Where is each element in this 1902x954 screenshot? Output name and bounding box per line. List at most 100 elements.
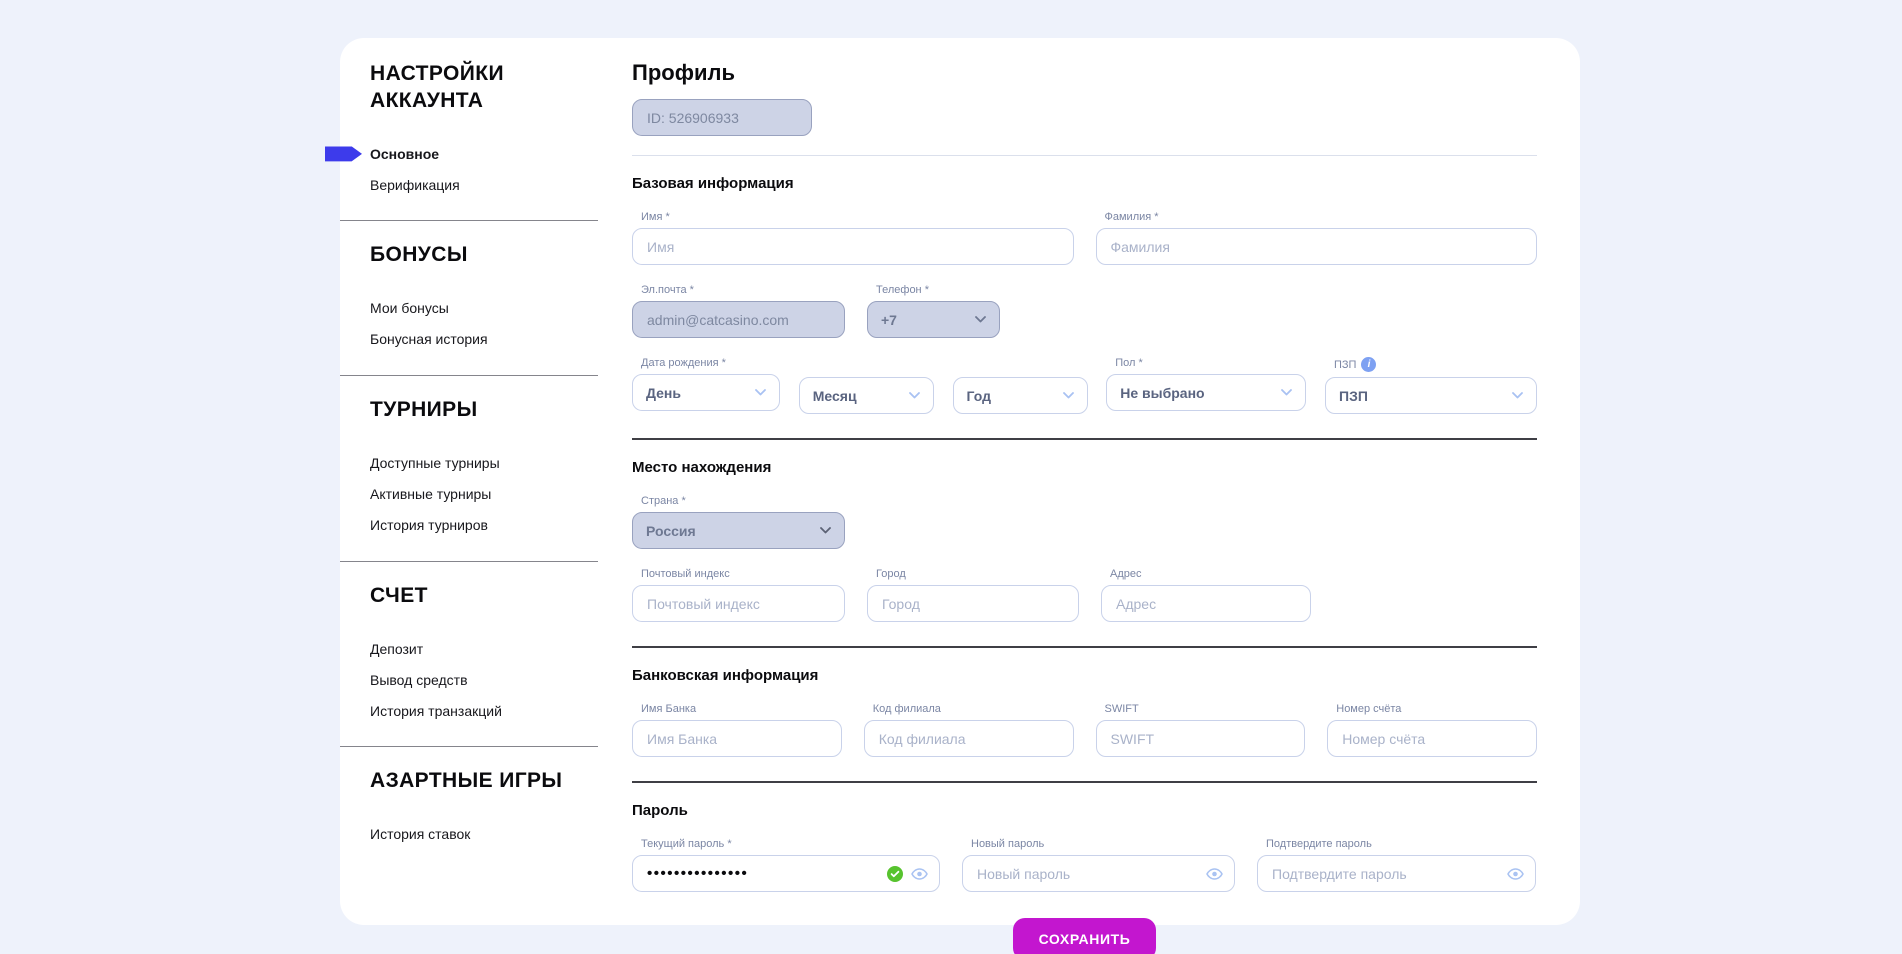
postal-group: Почтовый индекс	[632, 568, 845, 622]
dob-year-select[interactable]: Год	[953, 377, 1088, 414]
email-group: Эл.почта *	[632, 284, 845, 338]
dob-month-select[interactable]: Месяц	[799, 377, 934, 414]
sidebar-item-bonus-history[interactable]: Бонусная история	[370, 324, 598, 355]
sidebar-section-gambling: АЗАРТНЫЕ ИГРЫ История ставок	[340, 768, 598, 870]
sidebar-item-label: Активные турниры	[370, 486, 491, 502]
sidebar-section-tournaments: ТУРНИРЫ Доступные турниры Активные турни…	[340, 397, 598, 562]
info-icon[interactable]: i	[1361, 357, 1376, 372]
gender-group: Пол * Не выбрано	[1106, 357, 1306, 414]
sidebar-item-active-tournaments[interactable]: Активные турниры	[370, 479, 598, 510]
swift-label: SWIFT	[1105, 703, 1306, 715]
sidebar-item-label: Основное	[370, 146, 439, 162]
current-password-group: Текущий пароль *	[632, 838, 940, 892]
chevron-down-icon	[975, 316, 986, 323]
page-title: Профиль	[632, 60, 1537, 86]
divider	[632, 438, 1537, 440]
branch-code-field[interactable]	[864, 720, 1074, 757]
bank-name-field[interactable]	[632, 720, 842, 757]
sidebar-item-withdrawal[interactable]: Вывод средств	[370, 664, 598, 695]
swift-field[interactable]	[1096, 720, 1306, 757]
section-heading-bank: Банковская информация	[632, 667, 1537, 684]
sidebar-item-tournament-history[interactable]: История турниров	[370, 510, 598, 541]
section-heading-password: Пароль	[632, 802, 1537, 819]
eye-icon[interactable]	[911, 868, 928, 880]
account-number-field[interactable]	[1327, 720, 1537, 757]
select-value: Россия	[646, 523, 696, 539]
current-password-label: Текущий пароль *	[641, 838, 940, 850]
eye-icon[interactable]	[1507, 868, 1524, 880]
confirm-password-group: Подтвердите пароль	[1257, 838, 1536, 892]
country-select[interactable]: Россия	[632, 512, 845, 549]
divider	[632, 781, 1537, 783]
sidebar-item-label: Мои бонусы	[370, 300, 449, 316]
sidebar-item-bet-history[interactable]: История ставок	[370, 819, 598, 850]
select-value: Не выбрано	[1120, 385, 1204, 401]
sidebar-item-verification[interactable]: Верификация	[370, 169, 598, 200]
postal-label: Почтовый индекс	[641, 568, 845, 580]
last-name-label: Фамилия *	[1105, 211, 1538, 223]
sidebar-item-deposit[interactable]: Депозит	[370, 633, 598, 664]
address-field[interactable]	[1101, 585, 1311, 622]
sidebar-item-label: Доступные турниры	[370, 455, 500, 471]
pzp-select[interactable]: ПЗП	[1325, 377, 1537, 414]
bank-name-group: Имя Банка	[632, 703, 842, 757]
sidebar-section-account-balance: СЧЕТ Депозит Вывод средств История транз…	[340, 583, 598, 748]
sidebar-section-title: СЧЕТ	[370, 583, 580, 610]
new-password-group: Новый пароль	[962, 838, 1235, 892]
sidebar-item-available-tournaments[interactable]: Доступные турниры	[370, 448, 598, 479]
gender-select[interactable]: Не выбрано	[1106, 374, 1306, 411]
chevron-down-icon	[1281, 389, 1292, 396]
new-password-field[interactable]	[962, 855, 1235, 892]
pzp-label: ПЗП i	[1334, 357, 1537, 372]
first-name-label: Имя *	[641, 211, 1074, 223]
address-group: Адрес	[1101, 568, 1311, 622]
sidebar: НАСТРОЙКИ АККАУНТА Основное Верификация …	[340, 38, 598, 925]
sidebar-item-main[interactable]: Основное	[370, 138, 598, 169]
section-heading-basic: Базовая информация	[632, 175, 1537, 192]
sidebar-item-label: Депозит	[370, 641, 423, 657]
branch-code-group: Код филиала	[864, 703, 1074, 757]
divider	[632, 646, 1537, 648]
postal-field[interactable]	[632, 585, 845, 622]
account-number-group: Номер счёта	[1327, 703, 1537, 757]
first-name-group: Имя *	[632, 211, 1074, 265]
phone-code-select[interactable]: +7	[867, 301, 1000, 338]
dob-day-select[interactable]: День	[632, 374, 780, 411]
address-label: Адрес	[1110, 568, 1311, 580]
sidebar-item-label: Вывод средств	[370, 672, 468, 688]
dob-day-group: Дата рождения * День	[632, 357, 780, 414]
confirm-password-field[interactable]	[1257, 855, 1536, 892]
country-label: Страна *	[641, 495, 845, 507]
pzp-label-text: ПЗП	[1334, 359, 1356, 371]
confirm-password-label: Подтвердите пароль	[1266, 838, 1536, 850]
sidebar-section-bonuses: БОНУСЫ Мои бонусы Бонусная история	[340, 242, 598, 376]
select-value: +7	[881, 312, 897, 328]
sidebar-section-title: ТУРНИРЫ	[370, 397, 580, 424]
phone-group: Телефон * +7	[867, 284, 1000, 338]
section-heading-location: Место нахождения	[632, 459, 1537, 476]
dob-label: Дата рождения *	[641, 357, 780, 369]
valid-check-icon	[887, 866, 903, 882]
select-value: Год	[967, 388, 992, 404]
sidebar-item-label: История транзакций	[370, 703, 502, 719]
account-settings-panel: НАСТРОЙКИ АККАУНТА Основное Верификация …	[340, 38, 1580, 925]
last-name-field[interactable]	[1096, 228, 1538, 265]
sidebar-item-my-bonuses[interactable]: Мои бонусы	[370, 293, 598, 324]
chevron-down-icon	[1063, 392, 1074, 399]
branch-code-label: Код филиала	[873, 703, 1074, 715]
first-name-field[interactable]	[632, 228, 1074, 265]
swift-group: SWIFT	[1096, 703, 1306, 757]
last-name-group: Фамилия *	[1096, 211, 1538, 265]
sidebar-section-title: БОНУСЫ	[370, 242, 580, 269]
sidebar-item-transaction-history[interactable]: История транзакций	[370, 695, 598, 726]
sidebar-section-title: НАСТРОЙКИ АККАУНТА	[370, 61, 580, 114]
email-label: Эл.почта *	[641, 284, 845, 296]
save-button[interactable]: СОХРАНИТЬ	[1013, 918, 1157, 954]
phone-label: Телефон *	[876, 284, 1000, 296]
gender-label: Пол *	[1115, 357, 1306, 369]
profile-content: Профиль Базовая информация Имя * Фамилия…	[598, 38, 1580, 925]
city-field[interactable]	[867, 585, 1079, 622]
sidebar-item-label: История турниров	[370, 517, 488, 533]
select-value: День	[646, 385, 681, 401]
eye-icon[interactable]	[1206, 868, 1223, 880]
